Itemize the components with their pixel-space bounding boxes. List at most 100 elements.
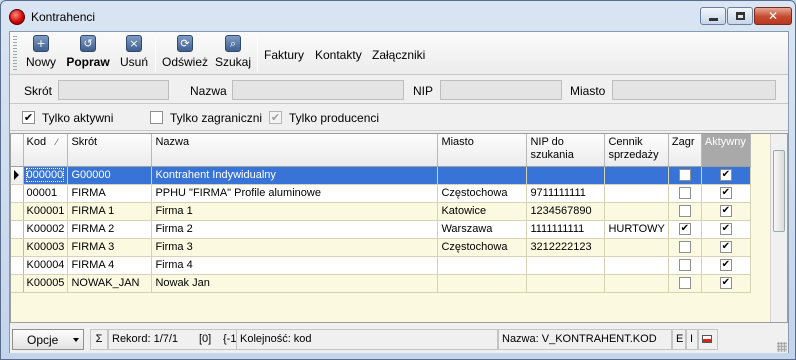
cell-miasto[interactable]: Częstochowa — [437, 184, 528, 203]
col-header-kod[interactable]: Kod ⁄ — [23, 134, 69, 167]
table-row[interactable]: K00005 NOWAK_JAN Nowak Jan ✔ — [11, 274, 751, 293]
cell-aktywny[interactable]: ✔ — [701, 238, 751, 257]
tylko-producenci-checkbox[interactable]: ✔ — [269, 111, 282, 124]
cell-nip[interactable] — [526, 274, 606, 293]
col-header-nazwa[interactable]: Nazwa — [151, 134, 439, 167]
zagr-checkbox[interactable] — [678, 187, 691, 200]
cell-aktywny[interactable]: ✔ — [701, 256, 751, 275]
cell-nip[interactable] — [526, 256, 606, 275]
col-header-skrot[interactable]: Skrót — [67, 134, 153, 167]
col-header-cennik[interactable]: Cennik sprzedaży — [604, 134, 669, 167]
cell-zagr[interactable]: ✔ — [668, 220, 702, 239]
close-button[interactable]: ✕ — [754, 7, 792, 25]
cell-nip[interactable]: 1234567890 — [526, 202, 606, 221]
tylko-zagraniczni-checkbox[interactable] — [150, 111, 163, 124]
cell-kod[interactable]: K00002 — [23, 220, 69, 239]
aktywny-checkbox[interactable]: ✔ — [719, 205, 732, 218]
kontrahenci-grid[interactable]: Kod ⁄ Skrót Nazwa Miasto NIP do szukania … — [10, 133, 788, 323]
cell-kod[interactable]: K00005 — [23, 274, 69, 293]
zalaczniki-link[interactable]: Załączniki — [372, 48, 425, 62]
nazwa-input[interactable] — [232, 80, 404, 100]
table-row[interactable]: K00001 FIRMA 1 Firma 1 Katowice 12345678… — [11, 202, 751, 221]
cell-kod[interactable]: K00001 — [23, 202, 69, 221]
cell-kod[interactable]: K00004 — [23, 256, 69, 275]
table-row[interactable]: K00003 FIRMA 3 Firma 3 Częstochowa 32122… — [11, 238, 751, 257]
cell-miasto[interactable]: Częstochowa — [437, 238, 528, 257]
usun-button[interactable]: × Usuń — [116, 35, 152, 73]
col-header-miasto[interactable]: Miasto — [437, 134, 528, 167]
cell-skrot[interactable]: NOWAK_JAN — [67, 274, 153, 293]
cell-nazwa[interactable]: PPHU "FIRMA" Profile aluminowe — [151, 184, 439, 203]
title-bar[interactable]: Kontrahenci ✕ — [1, 1, 795, 31]
col-header-aktywny[interactable]: Aktywny — [701, 134, 751, 167]
cell-nip[interactable]: 3212222123 — [526, 238, 606, 257]
tylko-aktywni-checkbox[interactable]: ✔ — [22, 111, 35, 124]
cell-cennik[interactable] — [604, 238, 669, 257]
aktywny-checkbox[interactable]: ✔ — [719, 169, 732, 182]
cell-skrot[interactable]: FIRMA 4 — [67, 256, 153, 275]
cell-zagr[interactable] — [668, 166, 702, 185]
cell-nazwa[interactable]: Firma 2 — [151, 220, 439, 239]
vertical-scrollbar[interactable] — [770, 134, 787, 322]
cell-nip[interactable] — [526, 166, 606, 185]
language-flag-cell[interactable] — [698, 329, 718, 350]
aktywny-checkbox[interactable]: ✔ — [719, 241, 732, 254]
cell-skrot[interactable]: FIRMA 2 — [67, 220, 153, 239]
aktywny-checkbox[interactable]: ✔ — [719, 277, 732, 290]
cell-zagr[interactable] — [668, 184, 702, 203]
cell-nazwa[interactable]: Firma 3 — [151, 238, 439, 257]
cell-nazwa[interactable]: Nowak Jan — [151, 274, 439, 293]
maximize-button[interactable] — [727, 7, 753, 25]
sum-button[interactable]: Σ — [90, 329, 108, 350]
cell-zagr[interactable] — [668, 238, 702, 257]
cell-cennik[interactable] — [604, 256, 669, 275]
popraw-button[interactable]: ↺ Popraw — [65, 35, 111, 73]
cell-nip[interactable]: 1111111111 — [526, 220, 606, 239]
cell-skrot[interactable]: FIRMA — [67, 184, 153, 203]
col-header-zagr[interactable]: Zagr — [668, 134, 702, 167]
cell-cennik[interactable] — [604, 274, 669, 293]
resize-grip-icon[interactable] — [777, 342, 787, 352]
cell-miasto[interactable] — [437, 274, 528, 293]
zagr-checkbox[interactable] — [678, 277, 691, 290]
cell-zagr[interactable] — [668, 256, 702, 275]
odswiez-button[interactable]: ⟳ Odśwież — [161, 35, 209, 73]
cell-kod[interactable]: K00003 — [23, 238, 69, 257]
table-row[interactable]: K00002 FIRMA 2 Firma 2 Warszawa 11111111… — [11, 220, 751, 239]
cell-skrot[interactable]: G00000 — [67, 166, 153, 185]
cell-aktywny[interactable]: ✔ — [701, 274, 751, 293]
opcje-dropdown[interactable]: Opcje — [12, 329, 84, 350]
cell-nazwa[interactable]: Firma 4 — [151, 256, 439, 275]
cell-aktywny[interactable]: ✔ — [701, 202, 751, 221]
cell-kod[interactable]: 000000 — [23, 166, 69, 185]
miasto-input[interactable] — [612, 80, 776, 100]
table-row[interactable]: 000000 G00000 Kontrahent Indywidualny ✔ — [11, 166, 751, 185]
cell-cennik[interactable] — [604, 184, 669, 203]
aktywny-checkbox[interactable]: ✔ — [719, 223, 732, 236]
cell-cennik[interactable]: HURTOWY — [604, 220, 669, 239]
zagr-checkbox[interactable]: ✔ — [678, 223, 691, 236]
cell-cennik[interactable] — [604, 166, 669, 185]
cell-nazwa[interactable]: Kontrahent Indywidualny — [151, 166, 439, 185]
cell-zagr[interactable] — [668, 202, 702, 221]
table-row[interactable]: 00001 FIRMA PPHU "FIRMA" Profile alumino… — [11, 184, 751, 203]
cell-skrot[interactable]: FIRMA 3 — [67, 238, 153, 257]
cell-aktywny[interactable]: ✔ — [701, 184, 751, 203]
cell-miasto[interactable]: Warszawa — [437, 220, 528, 239]
scrollbar-thumb[interactable] — [773, 150, 785, 232]
zagr-checkbox[interactable] — [678, 241, 691, 254]
zagr-checkbox[interactable] — [678, 169, 691, 182]
cell-aktywny[interactable]: ✔ — [701, 220, 751, 239]
skrot-input[interactable] — [58, 80, 169, 100]
zagr-checkbox[interactable] — [678, 205, 691, 218]
szukaj-button[interactable]: ⌕ Szukaj — [214, 35, 252, 73]
aktywny-checkbox[interactable]: ✔ — [719, 259, 732, 272]
faktury-link[interactable]: Faktury — [264, 48, 304, 62]
aktywny-checkbox[interactable]: ✔ — [719, 187, 732, 200]
cell-nip[interactable]: 9711111111 — [526, 184, 606, 203]
cell-miasto[interactable] — [437, 166, 528, 185]
cell-zagr[interactable] — [668, 274, 702, 293]
kontakty-link[interactable]: Kontakty — [315, 48, 362, 62]
cell-aktywny[interactable]: ✔ — [701, 166, 751, 185]
col-header-nip[interactable]: NIP do szukania — [526, 134, 606, 167]
